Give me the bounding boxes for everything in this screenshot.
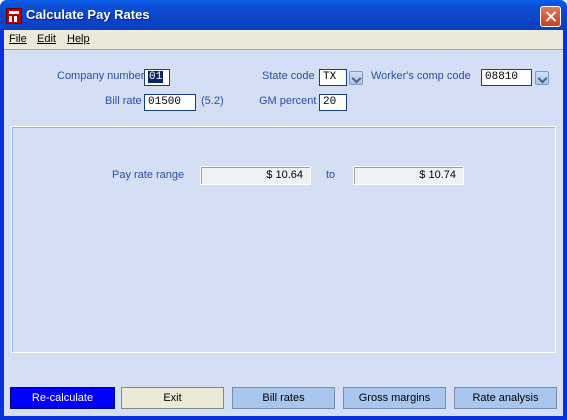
workers-comp-dropdown-icon[interactable] — [535, 71, 549, 85]
state-code-label: State code — [262, 70, 315, 82]
pay-rate-group: Pay rate range $ 10.64 to $ 10.74 — [11, 126, 556, 353]
state-code-dropdown-icon[interactable] — [349, 71, 363, 85]
app-icon — [6, 8, 22, 24]
gross-margins-button[interactable]: Gross margins — [343, 387, 446, 409]
bill-rates-button[interactable]: Bill rates — [232, 387, 335, 409]
company-number-field[interactable]: 01 — [144, 69, 170, 86]
window-title: Calculate Pay Rates — [26, 7, 150, 22]
rate-analysis-button[interactable]: Rate analysis — [454, 387, 557, 409]
app-window: Calculate Pay Rates File Edit Help Compa… — [0, 0, 567, 420]
pay-rate-to-label: to — [326, 169, 336, 181]
menu-file[interactable]: File — [9, 33, 27, 45]
gm-percent-label: GM percent — [259, 95, 317, 107]
menu-bar: File Edit Help — [4, 30, 563, 50]
recalculate-button[interactable]: Re-calculate — [10, 387, 115, 409]
menu-edit[interactable]: Edit — [37, 33, 56, 45]
gm-percent-field[interactable]: 20 — [319, 94, 347, 111]
pay-rate-range-label: Pay rate range — [112, 169, 185, 181]
pay-rate-high: $ 10.74 — [353, 166, 464, 185]
state-code-field[interactable]: TX — [319, 69, 347, 86]
bill-rate-format: (5.2) — [201, 95, 224, 107]
exit-button[interactable]: Exit — [121, 387, 224, 409]
title-bar[interactable]: Calculate Pay Rates — [0, 0, 567, 30]
workers-comp-field[interactable]: 08810 — [481, 69, 532, 86]
company-number-label: Company number — [57, 70, 145, 82]
bill-rate-label: Bill rate — [105, 95, 142, 107]
client-area: File Edit Help Company number 01 State c… — [4, 30, 563, 416]
pay-rate-low: $ 10.64 — [200, 166, 311, 185]
menu-help[interactable]: Help — [67, 33, 90, 45]
bill-rate-field[interactable]: 01500 — [144, 94, 196, 111]
close-button[interactable] — [540, 6, 561, 27]
workers-comp-label: Worker's comp code — [371, 70, 471, 82]
